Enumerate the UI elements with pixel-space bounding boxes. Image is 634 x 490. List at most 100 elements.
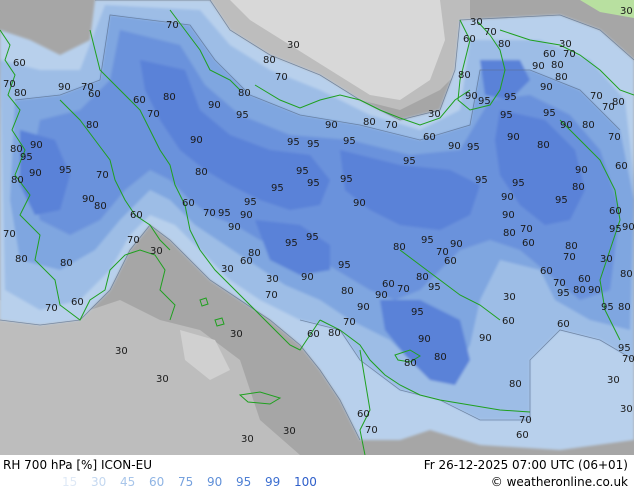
contour-label: 90	[532, 61, 545, 72]
contour-label: 30	[470, 17, 483, 28]
contour-label: 70	[343, 317, 356, 328]
contour-label: 30	[150, 246, 163, 257]
contour-label: 80	[15, 254, 28, 265]
contour-label: 90	[560, 120, 573, 131]
contour-label: 95	[428, 282, 441, 293]
contour-label: 95	[601, 302, 614, 313]
contour-label: 30	[503, 292, 516, 303]
contour-label: 60	[557, 319, 570, 330]
contour-label: 80	[503, 228, 516, 239]
contour-label: 30	[283, 426, 296, 437]
contour-label: 80	[11, 175, 24, 186]
contour-label: 30	[600, 254, 613, 265]
contour-label: 70	[147, 109, 160, 120]
contour-label: 80	[555, 72, 568, 83]
contour-label: 30	[266, 274, 279, 285]
contour-label: 60	[13, 58, 26, 69]
contour-label: 70	[275, 72, 288, 83]
contour-label: 70	[563, 49, 576, 60]
contour-label: 60	[578, 274, 591, 285]
legend-level-90: 90	[207, 475, 223, 489]
contour-label: 60	[522, 238, 535, 249]
contour-label: 30	[620, 404, 633, 415]
legend-level-95: 95	[236, 475, 252, 489]
contour-label: 60	[540, 266, 553, 277]
contour-label: 70	[622, 354, 634, 365]
contour-label: 90	[208, 100, 221, 111]
contour-label: 60	[182, 198, 195, 209]
contour-label: 95	[287, 137, 300, 148]
contour-label: 95	[475, 175, 488, 186]
legend-level-75: 75	[178, 475, 194, 489]
contour-label: 95	[59, 165, 72, 176]
contour-label: 80	[498, 39, 511, 50]
contour-label: 70	[608, 132, 621, 143]
contour-label: 90	[540, 82, 553, 93]
contour-label: 95	[218, 208, 231, 219]
contour-label: 70	[203, 208, 216, 219]
contour-label: 95	[555, 195, 568, 206]
contour-label: 80	[618, 302, 631, 313]
contour-label: 90	[465, 91, 478, 102]
contour-label: 80	[458, 70, 471, 81]
contour-label: 90	[501, 192, 514, 203]
contour-label: 95	[296, 166, 309, 177]
legend-level-100: 100	[294, 475, 317, 489]
contour-label: 80	[60, 258, 73, 269]
contour-label: 70	[484, 27, 497, 38]
contour-label: 90	[58, 82, 71, 93]
contour-label: 30	[428, 109, 441, 120]
contour-label: 95	[306, 232, 319, 243]
contour-label: 80	[573, 285, 586, 296]
contour-label: 90	[448, 141, 461, 152]
contour-label: 30	[230, 329, 243, 340]
contour-label: 80	[509, 379, 522, 390]
contour-label: 95	[403, 156, 416, 167]
contour-label: 80	[612, 97, 625, 108]
weather-map: 70 30 80 70 30 60 70 80 90 70 60 60 80 70 90 80 95 90 80 70…	[0, 0, 634, 455]
contour-label: 60	[240, 256, 253, 267]
contour-label: 90	[29, 168, 42, 179]
contour-label: 80	[565, 241, 578, 252]
contour-label: 95	[340, 174, 353, 185]
contour-label: 95	[543, 108, 556, 119]
contour-label: 70	[385, 120, 398, 131]
contour-label: 60	[444, 256, 457, 267]
contour-label: 95	[421, 235, 434, 246]
contour-label: 90	[190, 135, 203, 146]
contour-label: 80	[537, 140, 550, 151]
contour-label: 30	[221, 264, 234, 275]
contour-label: 90	[240, 210, 253, 221]
contour-label: 95	[500, 110, 513, 121]
contour-label: 80	[14, 88, 27, 99]
legend-level-99: 99	[265, 475, 281, 489]
contour-label: 95	[478, 96, 491, 107]
contour-label: 70	[520, 224, 533, 235]
contour-label: 30	[607, 375, 620, 386]
contour-label: 95	[20, 152, 33, 163]
valid-time: Fr 26-12-2025 07:00 UTC (06+01)	[423, 458, 628, 472]
contour-label: 80	[341, 286, 354, 297]
contour-label: 80	[582, 120, 595, 131]
contour-label: 95	[618, 343, 631, 354]
contour-label: 30	[241, 434, 254, 445]
contour-label: 30	[115, 346, 128, 357]
contour-label: 80	[94, 201, 107, 212]
contour-label: 80	[195, 167, 208, 178]
contour-label: 60	[502, 316, 515, 327]
contour-label: 90	[82, 194, 95, 205]
contour-label: 90	[575, 165, 588, 176]
contour-label: 95	[285, 238, 298, 249]
contour-label: 60	[71, 297, 84, 308]
contour-label: 90	[588, 285, 601, 296]
contour-label: 90	[30, 140, 43, 151]
contour-label: 90	[502, 210, 515, 221]
contour-label: 80	[620, 269, 633, 280]
credit-link[interactable]: © weatheronline.co.uk	[491, 475, 628, 489]
contour-label: 70	[397, 284, 410, 295]
contour-label: 95	[236, 110, 249, 121]
contour-label: 60	[357, 409, 370, 420]
contour-label: 60	[130, 210, 143, 221]
color-legend: 15 30 45 60 75 90 95 99 100	[62, 475, 323, 489]
contour-label: 90	[450, 239, 463, 250]
